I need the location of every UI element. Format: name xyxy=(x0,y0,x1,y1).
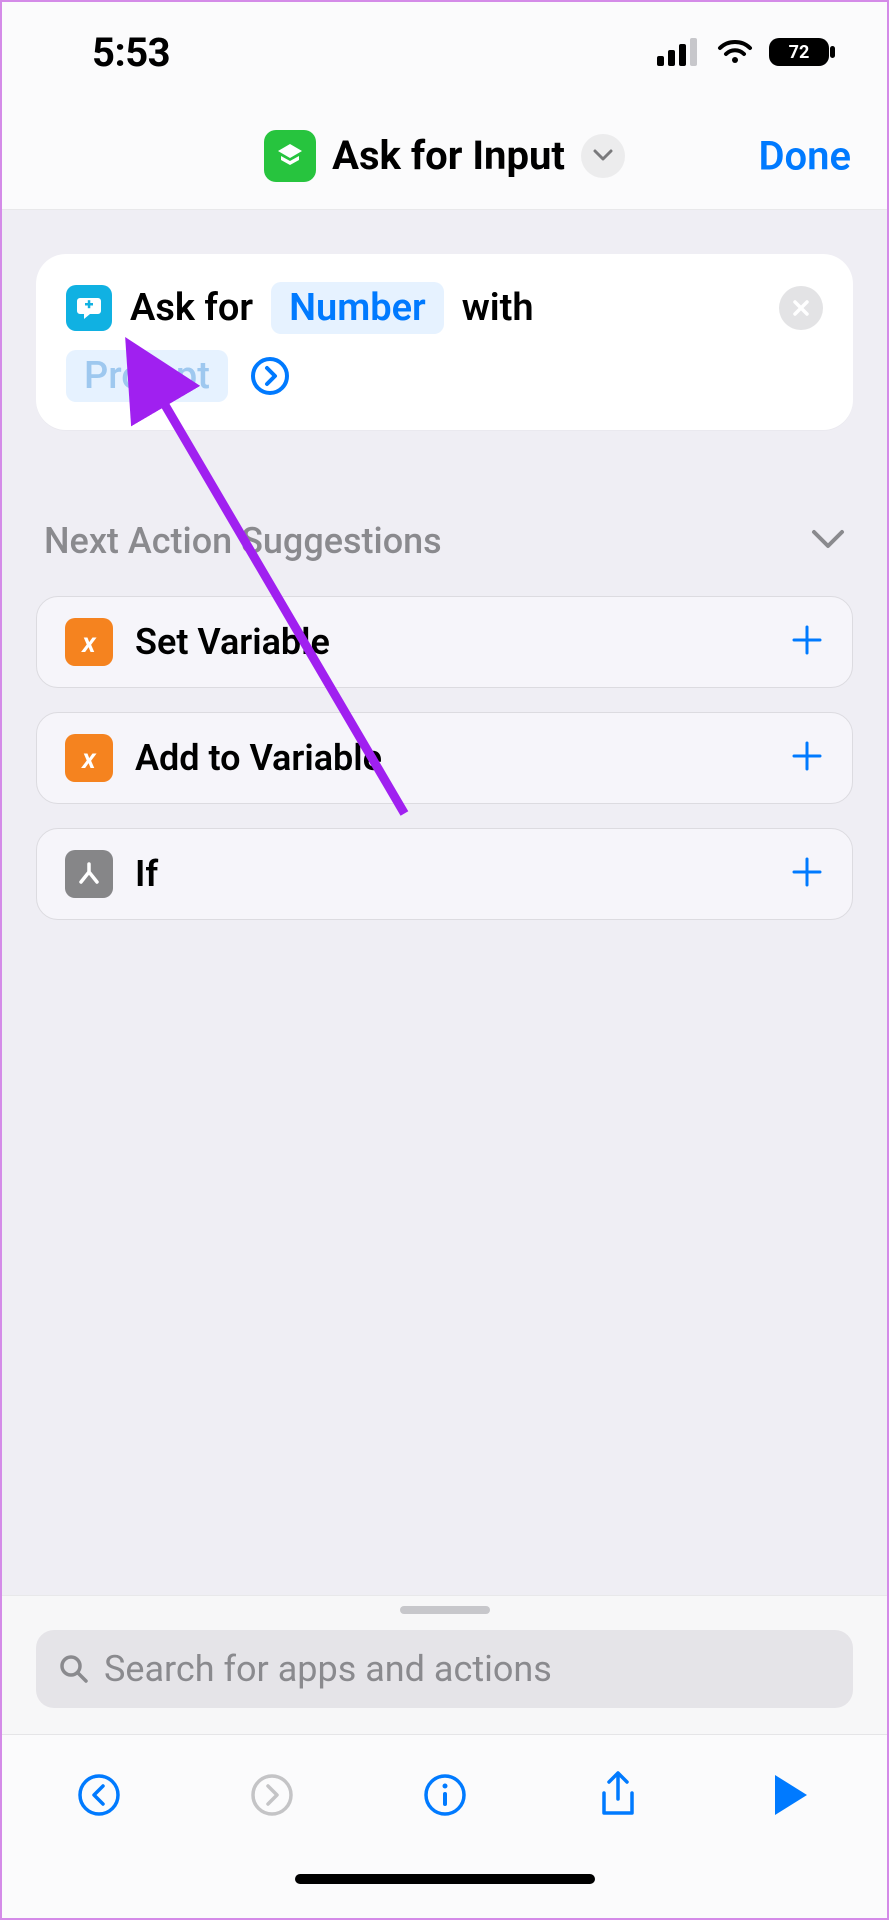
input-type-token[interactable]: Number xyxy=(271,282,444,334)
home-indicator[interactable] xyxy=(295,1874,595,1884)
search-placeholder: Search for apps and actions xyxy=(104,1648,552,1690)
suggestion-label: Add to Variable xyxy=(135,737,768,779)
prompt-token[interactable]: Prompt xyxy=(66,350,228,402)
header-center: Ask for Input xyxy=(264,130,625,182)
bottom-panel: Search for apps and actions xyxy=(2,1595,887,1734)
status-bar: 5:53 72 xyxy=(2,2,887,102)
if-branch-icon xyxy=(65,850,113,898)
suggestions-list: x Set Variable x Add to Variable If xyxy=(36,596,853,920)
redo-icon xyxy=(249,1772,295,1818)
suggestions-header[interactable]: Next Action Suggestions xyxy=(36,520,853,562)
action-with-text: with xyxy=(462,286,534,330)
redo-button xyxy=(242,1765,302,1825)
add-suggestion-button[interactable] xyxy=(790,848,824,900)
editor-content: Ask for Number with Prompt Next Action S… xyxy=(2,210,887,1595)
action-prefix-text: Ask for xyxy=(130,286,253,330)
undo-icon xyxy=(76,1772,122,1818)
toolbar xyxy=(2,1734,887,1854)
action-card-ask-for-input[interactable]: Ask for Number with Prompt xyxy=(36,254,853,430)
suggestions-collapse-button[interactable] xyxy=(811,528,845,554)
info-button[interactable] xyxy=(415,1765,475,1825)
plus-icon xyxy=(790,623,824,657)
status-right: 72 xyxy=(657,36,837,68)
chevron-right-circle-icon xyxy=(250,356,290,396)
remove-action-button[interactable] xyxy=(779,286,823,330)
share-button[interactable] xyxy=(588,1765,648,1825)
wifi-icon xyxy=(715,37,755,67)
add-suggestion-button[interactable] xyxy=(790,732,824,784)
cellular-icon xyxy=(657,38,701,66)
battery-icon: 72 xyxy=(769,36,837,68)
suggestion-add-to-variable[interactable]: x Add to Variable xyxy=(36,712,853,804)
chevron-down-icon xyxy=(593,149,613,163)
ask-for-input-icon xyxy=(66,285,112,331)
status-time: 5:53 xyxy=(92,29,170,76)
expand-action-button[interactable] xyxy=(248,354,292,398)
plus-icon xyxy=(790,855,824,889)
add-suggestion-button[interactable] xyxy=(790,616,824,668)
undo-button[interactable] xyxy=(69,1765,129,1825)
header: Ask for Input Done xyxy=(2,102,887,210)
suggestion-if[interactable]: If xyxy=(36,828,853,920)
share-icon xyxy=(596,1769,640,1821)
run-button[interactable] xyxy=(761,1765,821,1825)
variable-icon: x xyxy=(65,734,113,782)
suggestions-title: Next Action Suggestions xyxy=(44,520,442,562)
search-icon xyxy=(58,1653,90,1685)
chevron-down-icon xyxy=(811,528,845,550)
done-button[interactable]: Done xyxy=(758,132,851,179)
battery-text: 72 xyxy=(789,42,810,63)
play-icon xyxy=(771,1773,811,1817)
suggestion-label: Set Variable xyxy=(135,621,768,663)
page-title: Ask for Input xyxy=(332,132,565,179)
home-indicator-area xyxy=(2,1854,887,1918)
drag-handle[interactable] xyxy=(2,1596,887,1626)
suggestion-label: If xyxy=(135,853,768,895)
suggestion-set-variable[interactable]: x Set Variable xyxy=(36,596,853,688)
variable-icon: x xyxy=(65,618,113,666)
shortcut-app-icon xyxy=(264,130,316,182)
plus-icon xyxy=(790,739,824,773)
info-icon xyxy=(422,1772,468,1818)
close-icon xyxy=(791,298,811,318)
drag-handle-bar xyxy=(400,1606,490,1614)
search-field[interactable]: Search for apps and actions xyxy=(36,1630,853,1708)
title-options-button[interactable] xyxy=(581,134,625,178)
